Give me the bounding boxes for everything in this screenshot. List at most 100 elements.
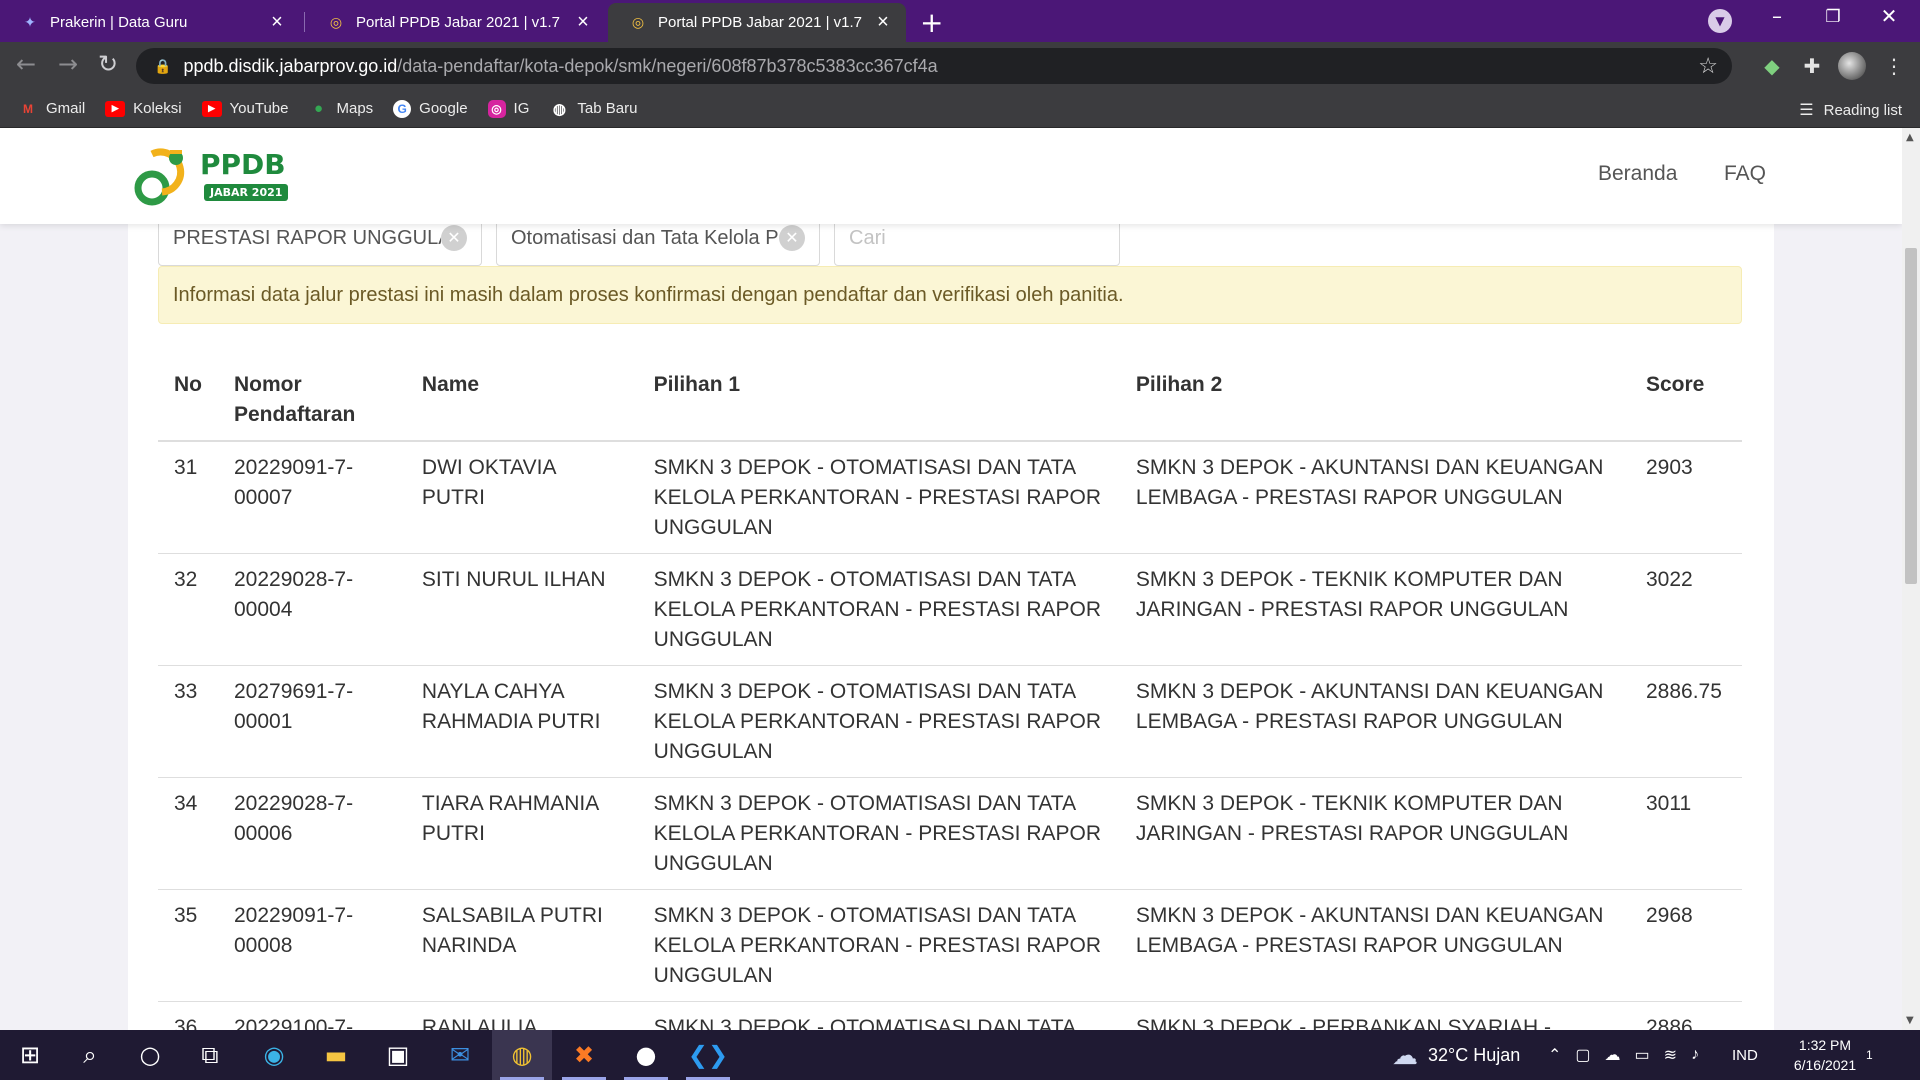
onedrive-icon[interactable]: ☁ [1605,1045,1621,1065]
windows-start-icon[interactable]: ⊞ [0,1030,60,1080]
info-alert: Informasi data jalur prestasi ini masih … [158,266,1742,324]
forward-icon[interactable]: → [52,50,84,78]
cell-name: SALSABILA PUTRI NARINDA [405,889,638,1002]
tab-divider [304,12,305,32]
profile-avatar[interactable] [1838,52,1866,80]
maps-icon: ● [313,100,324,117]
cell-pilihan-2: SMKN 3 DEPOK - PERBANKAN SYARIAH - [1119,1001,1630,1030]
cell-pilihan-1: SMKN 3 DEPOK - OTOMATISASI DAN TATA KELO… [637,553,1120,666]
column-header-score[interactable]: Score [1629,356,1742,442]
scrollbar-thumb[interactable] [1905,248,1917,584]
clear-filter-icon[interactable]: ✕ [779,225,805,251]
search-icon[interactable]: ⌕ [60,1030,120,1080]
reading-list-button[interactable]: ☰ Reading list [1799,100,1902,120]
task-view-icon[interactable]: ⧉ [180,1030,240,1080]
tab-title: Portal PPDB Jabar 2021 | v1.7 [356,14,561,31]
wifi-icon[interactable]: ≋ [1664,1045,1677,1065]
weather-widget[interactable]: ☁ 32°C Hujan [1392,1030,1520,1080]
volume-icon[interactable]: ♪ [1691,1046,1699,1064]
close-tab-icon[interactable]: × [572,11,594,34]
cell-score: 2968 [1629,889,1742,1002]
table-row: 31 20229091-7-00007 DWI OKTAVIA PUTRI SM… [158,441,1742,554]
new-tab-button[interactable]: + [920,6,943,39]
nav-beranda-link[interactable]: Beranda [1598,162,1677,186]
chrome-icon[interactable]: ◍ [492,1030,552,1080]
tab-prakerin[interactable]: ✦ Prakerin | Data Guru × [0,3,300,42]
cell-no: 31 [158,441,218,554]
cell-no: 33 [158,665,218,778]
cell-pilihan-2: SMKN 3 DEPOK - AKUNTANSI DAN KEUANGAN LE… [1119,889,1630,1002]
notification-icon[interactable]: 1 [1866,1030,1873,1080]
xampp-icon[interactable]: ✖ [554,1030,614,1080]
column-header-pilihan-1[interactable]: Pilihan 1 [637,356,1120,442]
bookmark-star-icon[interactable]: ☆ [1698,53,1718,79]
back-icon[interactable]: ← [10,50,42,78]
lock-icon[interactable]: 🔒 [154,58,171,75]
minimize-icon[interactable]: – [1754,4,1800,28]
cell-name: DWI OKTAVIA PUTRI [405,441,638,554]
column-header-nomor[interactable]: Nomor Pendaftaran [218,356,406,442]
page-scrollbar[interactable]: ▲ ▼ [1902,128,1920,1030]
edge-icon[interactable]: ◉ [244,1030,304,1080]
url-path: /data-pendaftar/kota-depok/smk/negeri/60… [397,55,938,76]
bookmark-maps[interactable]: ● Maps [308,100,373,117]
cortana-icon[interactable]: ○ [120,1030,180,1080]
extensions-puzzle-icon[interactable]: ✚ [1798,52,1826,80]
cell-pilihan-1: SMKN 3 DEPOK - OTOMATISASI DAN TATA KELO… [637,777,1120,890]
device-icon[interactable]: ▢ [1575,1045,1590,1065]
site-navbar: PPDB JABAR 2021 Beranda FAQ [0,128,1902,224]
cell-nomor: 20229028-7-00006 [218,777,406,890]
close-window-icon[interactable]: ✕ [1866,4,1912,28]
column-header-no[interactable]: No [158,356,218,442]
table-row: 36 20229100-7- RANI AULIA SMKN 3 DEPOK -… [158,1001,1742,1030]
language-indicator[interactable]: IND [1732,1030,1758,1080]
alert-text: Informasi data jalur prestasi ini masih … [173,283,1124,306]
bookmark-gmail[interactable]: M Gmail [18,100,85,117]
tab-ppdb-1[interactable]: ◎ Portal PPDB Jabar 2021 | v1.7 × [306,3,606,42]
clear-filter-icon[interactable]: ✕ [441,225,467,251]
cell-pilihan-1: SMKN 3 DEPOK - OTOMATISASI DAN TATA KELO… [637,665,1120,778]
show-hidden-icons-icon[interactable]: ⌃ [1548,1045,1561,1065]
ppdb-logo[interactable]: PPDB JABAR 2021 [130,140,290,214]
cell-nomor: 20229091-7-00008 [218,889,406,1002]
github-icon[interactable]: ● [616,1030,676,1080]
reading-list-label: Reading list [1823,101,1902,119]
bookmark-ig[interactable]: ◎ IG [487,99,529,118]
restore-icon[interactable]: ❐ [1810,7,1856,27]
reload-icon[interactable]: ↻ [92,50,124,78]
column-header-pilihan-2[interactable]: Pilihan 2 [1119,356,1630,442]
menu-kebab-icon[interactable]: ⋮ [1880,52,1908,80]
weather-text: 32°C Hujan [1428,1044,1521,1065]
battery-icon[interactable]: ▭ [1635,1045,1650,1065]
vscode-icon[interactable]: ❮❯ [678,1030,738,1080]
tab-search-icon[interactable]: ▼ [1708,9,1732,33]
bookmark-label: YouTube [229,100,289,117]
address-bar[interactable]: 🔒 ppdb.disdik.jabarprov.go.id /data-pend… [136,48,1732,84]
cell-pilihan-1: SMKN 3 DEPOK - OTOMATISASI DAN TATA KELO… [637,441,1120,554]
bookmark-tab-baru[interactable]: ◍ Tab Baru [549,100,638,118]
system-tray: ⌃ ▢ ☁ ▭ ≋ ♪ [1548,1030,1699,1080]
nav-faq-link[interactable]: FAQ [1724,162,1766,186]
store-icon[interactable]: ▣ [368,1030,428,1080]
gmail-icon: M [23,101,33,116]
column-header-name[interactable]: Name [405,356,638,442]
bookmark-koleksi[interactable]: ▶ Koleksi [105,100,182,117]
extension-icon[interactable]: ◆ [1758,52,1786,80]
scroll-up-icon[interactable]: ▲ [1906,132,1914,143]
bookmark-youtube[interactable]: ▶ YouTube [201,100,289,117]
table-row: 35 20229091-7-00008 SALSABILA PUTRI NARI… [158,889,1742,1002]
file-explorer-icon[interactable]: ▬ [306,1030,366,1080]
close-tab-icon[interactable]: × [266,11,288,34]
youtube-icon: ▶ [105,100,126,117]
cell-score: 2886.75 [1629,665,1742,778]
cell-pilihan-2: SMKN 3 DEPOK - AKUNTANSI DAN KEUANGAN LE… [1119,665,1630,778]
bookmark-label: Gmail [46,100,86,117]
close-tab-icon[interactable]: × [872,11,894,34]
mail-icon[interactable]: ✉ [430,1030,490,1080]
filter-value: PRESTASI RAPOR UNGGULAN [173,226,441,249]
scroll-down-icon[interactable]: ▼ [1906,1015,1914,1026]
tab-ppdb-2-active[interactable]: ◎ Portal PPDB Jabar 2021 | v1.7 × [608,3,906,42]
bookmark-label: Koleksi [133,100,182,117]
bookmark-google[interactable]: G Google [393,99,468,118]
prakerin-icon: ✦ [24,14,36,30]
